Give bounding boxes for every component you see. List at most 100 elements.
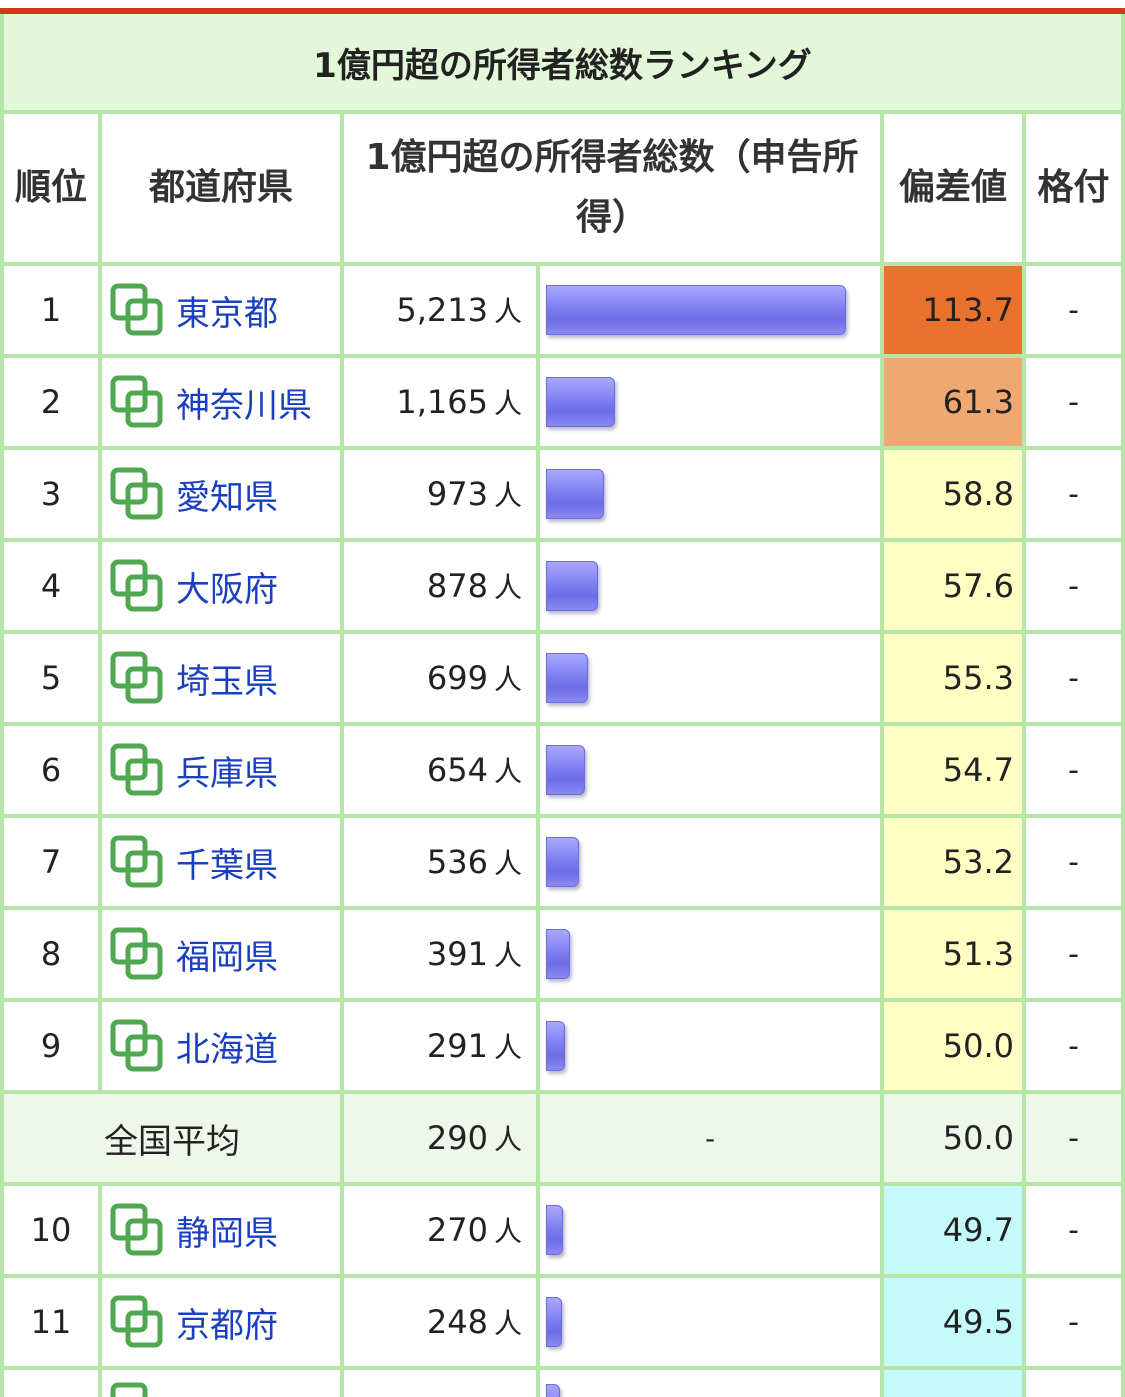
- avg-value: 290: [426, 1119, 488, 1157]
- count-cell: 878 人: [344, 542, 536, 630]
- deviation-cell: 58.8: [884, 450, 1022, 538]
- bar-cell-partial: [540, 1370, 880, 1397]
- rank-number: 4: [40, 567, 62, 605]
- rank-cell-partial: [4, 1370, 98, 1397]
- count-cell-partial: [344, 1370, 536, 1397]
- compare-squares-icon[interactable]: [110, 559, 164, 613]
- count-value: 291: [426, 1027, 488, 1065]
- grade-value: -: [1068, 844, 1079, 880]
- prefecture-link[interactable]: 大阪府: [176, 562, 278, 611]
- deviation-value: 51.3: [942, 935, 1014, 973]
- top-accent-line: [0, 0, 1125, 14]
- count-unit: 人: [493, 663, 522, 696]
- bar-cell: [540, 726, 880, 814]
- prefecture-link[interactable]: 埼玉県: [176, 654, 278, 703]
- count-unit: 人: [493, 1031, 522, 1064]
- header-deviation: 偏差値: [884, 114, 1022, 262]
- prefecture-link[interactable]: 神奈川県: [176, 378, 312, 427]
- prefecture-link[interactable]: 愛知県: [176, 470, 278, 519]
- compare-squares-icon[interactable]: [110, 651, 164, 705]
- deviation-cell: 50.0: [884, 1002, 1022, 1090]
- header-rank: 順位: [4, 114, 98, 262]
- grade-value: -: [1068, 292, 1079, 328]
- compare-squares-icon[interactable]: [110, 1295, 164, 1349]
- deviation-value: 58.8: [942, 475, 1014, 513]
- prefecture-cell: 愛知県: [102, 450, 340, 538]
- deviation-value: 55.3: [942, 659, 1014, 697]
- prefecture-link[interactable]: 京都府: [176, 1298, 278, 1347]
- prefecture-link[interactable]: 福岡県: [176, 930, 278, 979]
- grade-cell: -: [1026, 358, 1121, 446]
- compare-squares-icon[interactable]: [110, 743, 164, 797]
- deviation-value: 50.0: [942, 1027, 1014, 1065]
- prefecture-link[interactable]: 兵庫県: [176, 746, 278, 795]
- rank-number: 8: [40, 935, 62, 973]
- compare-squares-icon[interactable]: [110, 1019, 164, 1073]
- prefecture-link[interactable]: 東京都: [176, 286, 278, 335]
- grade-value: -: [1068, 384, 1079, 420]
- count-value: 654: [426, 751, 488, 789]
- deviation-cell: 61.3: [884, 358, 1022, 446]
- grade-cell: -: [1026, 1186, 1121, 1274]
- deviation-value: 54.7: [942, 751, 1014, 789]
- prefecture-cell: 千葉県: [102, 818, 340, 906]
- deviation-value: 57.6: [942, 567, 1014, 605]
- bar-cell: [540, 358, 880, 446]
- bar-cell: [540, 450, 880, 538]
- count-cell: 391 人: [344, 910, 536, 998]
- header-grade-label: 格付: [1037, 167, 1110, 208]
- rank-cell: 8: [4, 910, 98, 998]
- prefecture-cell: 神奈川県: [102, 358, 340, 446]
- rank-number: 5: [40, 659, 62, 697]
- prefecture-cell: 福岡県: [102, 910, 340, 998]
- grade-value: -: [1068, 568, 1079, 604]
- grade-cell: -: [1026, 450, 1121, 538]
- count-unit: 人: [493, 1307, 522, 1340]
- count-value: 878: [426, 567, 488, 605]
- avg-deviation-cell: 50.0: [884, 1094, 1022, 1182]
- grade-value: -: [1068, 1212, 1079, 1248]
- count-value: 973: [426, 475, 488, 513]
- bar-cell: [540, 1002, 880, 1090]
- prefecture-cell: 京都府: [102, 1278, 340, 1366]
- prefecture-link[interactable]: 静岡県: [176, 1206, 278, 1255]
- compare-squares-icon[interactable]: [110, 1382, 164, 1397]
- count-bar: [546, 745, 585, 795]
- compare-squares-icon[interactable]: [110, 927, 164, 981]
- count-cell: 1,165 人: [344, 358, 536, 446]
- compare-squares-icon[interactable]: [110, 835, 164, 889]
- grade-value: -: [1068, 1028, 1079, 1064]
- count-cell: 536 人: [344, 818, 536, 906]
- compare-squares-icon[interactable]: [110, 1203, 164, 1257]
- prefecture-link[interactable]: 千葉県: [176, 838, 278, 887]
- deviation-value: 49.5: [942, 1303, 1014, 1341]
- prefecture-link[interactable]: 北海道: [176, 1022, 278, 1071]
- avg-label-cell: 全国平均: [4, 1094, 340, 1182]
- grade-value: -: [1068, 660, 1079, 696]
- prefecture-cell-partial: [102, 1370, 340, 1397]
- compare-squares-icon[interactable]: [110, 375, 164, 429]
- grade-cell: -: [1026, 910, 1121, 998]
- count-value: 536: [426, 843, 488, 881]
- grade-value: -: [1068, 476, 1079, 512]
- grade-cell: -: [1026, 726, 1121, 814]
- count-unit: 人: [493, 1215, 522, 1248]
- table-title: 1億円超の所得者総数ランキング: [4, 14, 1121, 110]
- bar-cell: [540, 1186, 880, 1274]
- bar-cell: [540, 910, 880, 998]
- count-unit: 人: [493, 939, 522, 972]
- avg-bar-cell: -: [540, 1094, 880, 1182]
- count-bar: [546, 1297, 562, 1347]
- rank-number: 9: [40, 1027, 62, 1065]
- count-bar: [546, 561, 598, 611]
- compare-squares-icon[interactable]: [110, 283, 164, 337]
- header-total: 1億円超の所得者総数（申告所得）: [344, 114, 880, 262]
- grade-cell: -: [1026, 542, 1121, 630]
- header-grade: 格付: [1026, 114, 1121, 262]
- count-value: 391: [426, 935, 488, 973]
- rank-cell: 3: [4, 450, 98, 538]
- count-value: 248: [426, 1303, 488, 1341]
- compare-squares-icon[interactable]: [110, 467, 164, 521]
- count-value: 270: [426, 1211, 488, 1249]
- grade-cell: -: [1026, 1278, 1121, 1366]
